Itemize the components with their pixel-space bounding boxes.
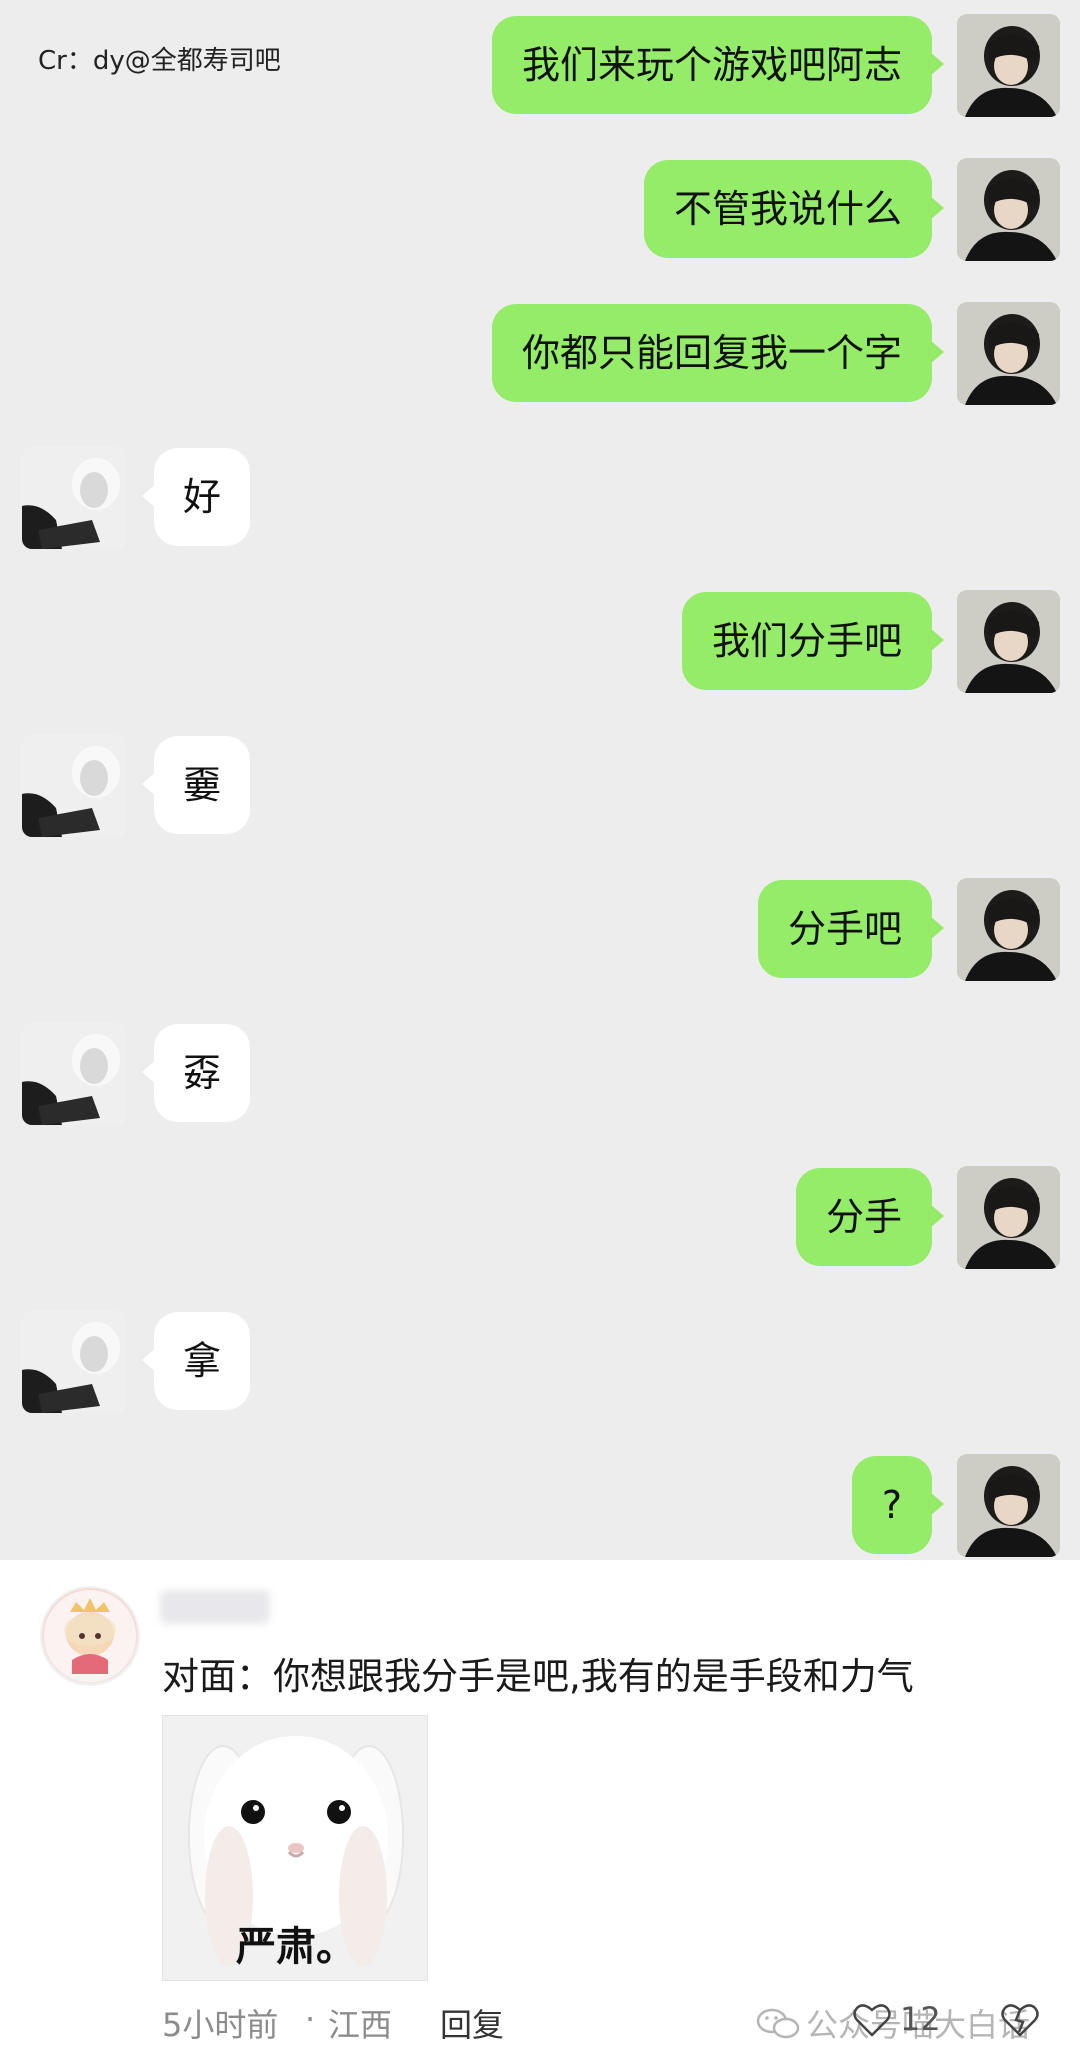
rabbit-sticker[interactable]: 严肃。: [162, 1715, 428, 1981]
message-row: 你都只能回复我一个字: [0, 302, 1080, 406]
their-avatar-image: [22, 1022, 125, 1125]
meta-separator: ·: [305, 2000, 316, 2038]
their-message-bubble[interactable]: 好: [142, 448, 250, 546]
message-row: 我们分手吧: [0, 590, 1080, 694]
comment-location: 江西: [328, 2006, 393, 2044]
their-message-bubble[interactable]: 孬: [142, 1024, 250, 1122]
my-message-bubble[interactable]: 我们分手吧: [681, 592, 945, 690]
like-heart-icon[interactable]: [852, 2002, 892, 2038]
sticker-caption: 严肃。: [236, 1924, 356, 1970]
my-message-bubble[interactable]: 不管我说什么: [643, 160, 945, 258]
commenter-avatar-image: [44, 1590, 136, 1682]
their-avatar[interactable]: [22, 1310, 125, 1413]
message-row: 好: [0, 446, 1080, 550]
my-avatar-image: [957, 878, 1060, 981]
message-row: 不管我说什么: [0, 158, 1080, 262]
commenter-avatar[interactable]: [40, 1586, 140, 1686]
message-row: 拿: [0, 1310, 1080, 1414]
my-avatar[interactable]: [957, 1166, 1060, 1269]
my-message-bubble[interactable]: 分手吧: [757, 880, 945, 978]
their-avatar-image: [22, 446, 125, 549]
my-avatar-image: [957, 158, 1060, 261]
comment-card: 对面：你想跟我分手是吧,我有的是手段和力气 严肃。 5小时前 · 江西 回复 公…: [0, 1560, 1080, 2058]
my-avatar[interactable]: [957, 878, 1060, 981]
their-avatar-image: [22, 1310, 125, 1413]
like-count: 12: [900, 2000, 941, 2038]
their-avatar-image: [22, 734, 125, 837]
their-avatar[interactable]: [22, 446, 125, 549]
wechat-icon: [756, 2008, 800, 2039]
my-avatar[interactable]: [957, 302, 1060, 405]
my-avatar-image: [957, 14, 1060, 117]
my-avatar-image: [957, 1166, 1060, 1269]
message-row: 分手: [0, 1166, 1080, 1270]
chat-area: Cr：dy@全都寿司吧 我们来玩个游戏吧阿志 不管我说什么 你都只能回复我一个字…: [0, 0, 1080, 1560]
message-row: 我们来玩个游戏吧阿志: [0, 14, 1080, 118]
my-message-bubble[interactable]: 分手: [795, 1168, 945, 1266]
comment-time: 5小时前: [162, 2006, 279, 2044]
reply-button[interactable]: 回复: [440, 2000, 504, 2046]
my-message-bubble[interactable]: 你都只能回复我一个字: [491, 304, 945, 402]
commenter-name-blurred: [160, 1590, 270, 1624]
my-avatar-image: [957, 590, 1060, 693]
message-row: 分手吧: [0, 878, 1080, 982]
message-row: 嫑: [0, 734, 1080, 838]
their-message-bubble[interactable]: 拿: [142, 1312, 250, 1410]
message-row: 孬: [0, 1022, 1080, 1126]
my-message-bubble[interactable]: 我们来玩个游戏吧阿志: [491, 16, 945, 114]
my-avatar-image: [957, 302, 1060, 405]
my-message-bubble[interactable]: ?: [851, 1456, 945, 1554]
my-avatar[interactable]: [957, 590, 1060, 693]
my-avatar-image: [957, 1454, 1060, 1557]
my-avatar[interactable]: [957, 14, 1060, 117]
dislike-heart-icon[interactable]: [1000, 2002, 1040, 2038]
comment-text: 对面：你想跟我分手是吧,我有的是手段和力气: [162, 1655, 914, 1698]
their-avatar[interactable]: [22, 734, 125, 837]
their-message-bubble[interactable]: 嫑: [142, 736, 250, 834]
message-row: ?: [0, 1454, 1080, 1558]
my-avatar[interactable]: [957, 158, 1060, 261]
my-avatar[interactable]: [957, 1454, 1060, 1557]
their-avatar[interactable]: [22, 1022, 125, 1125]
